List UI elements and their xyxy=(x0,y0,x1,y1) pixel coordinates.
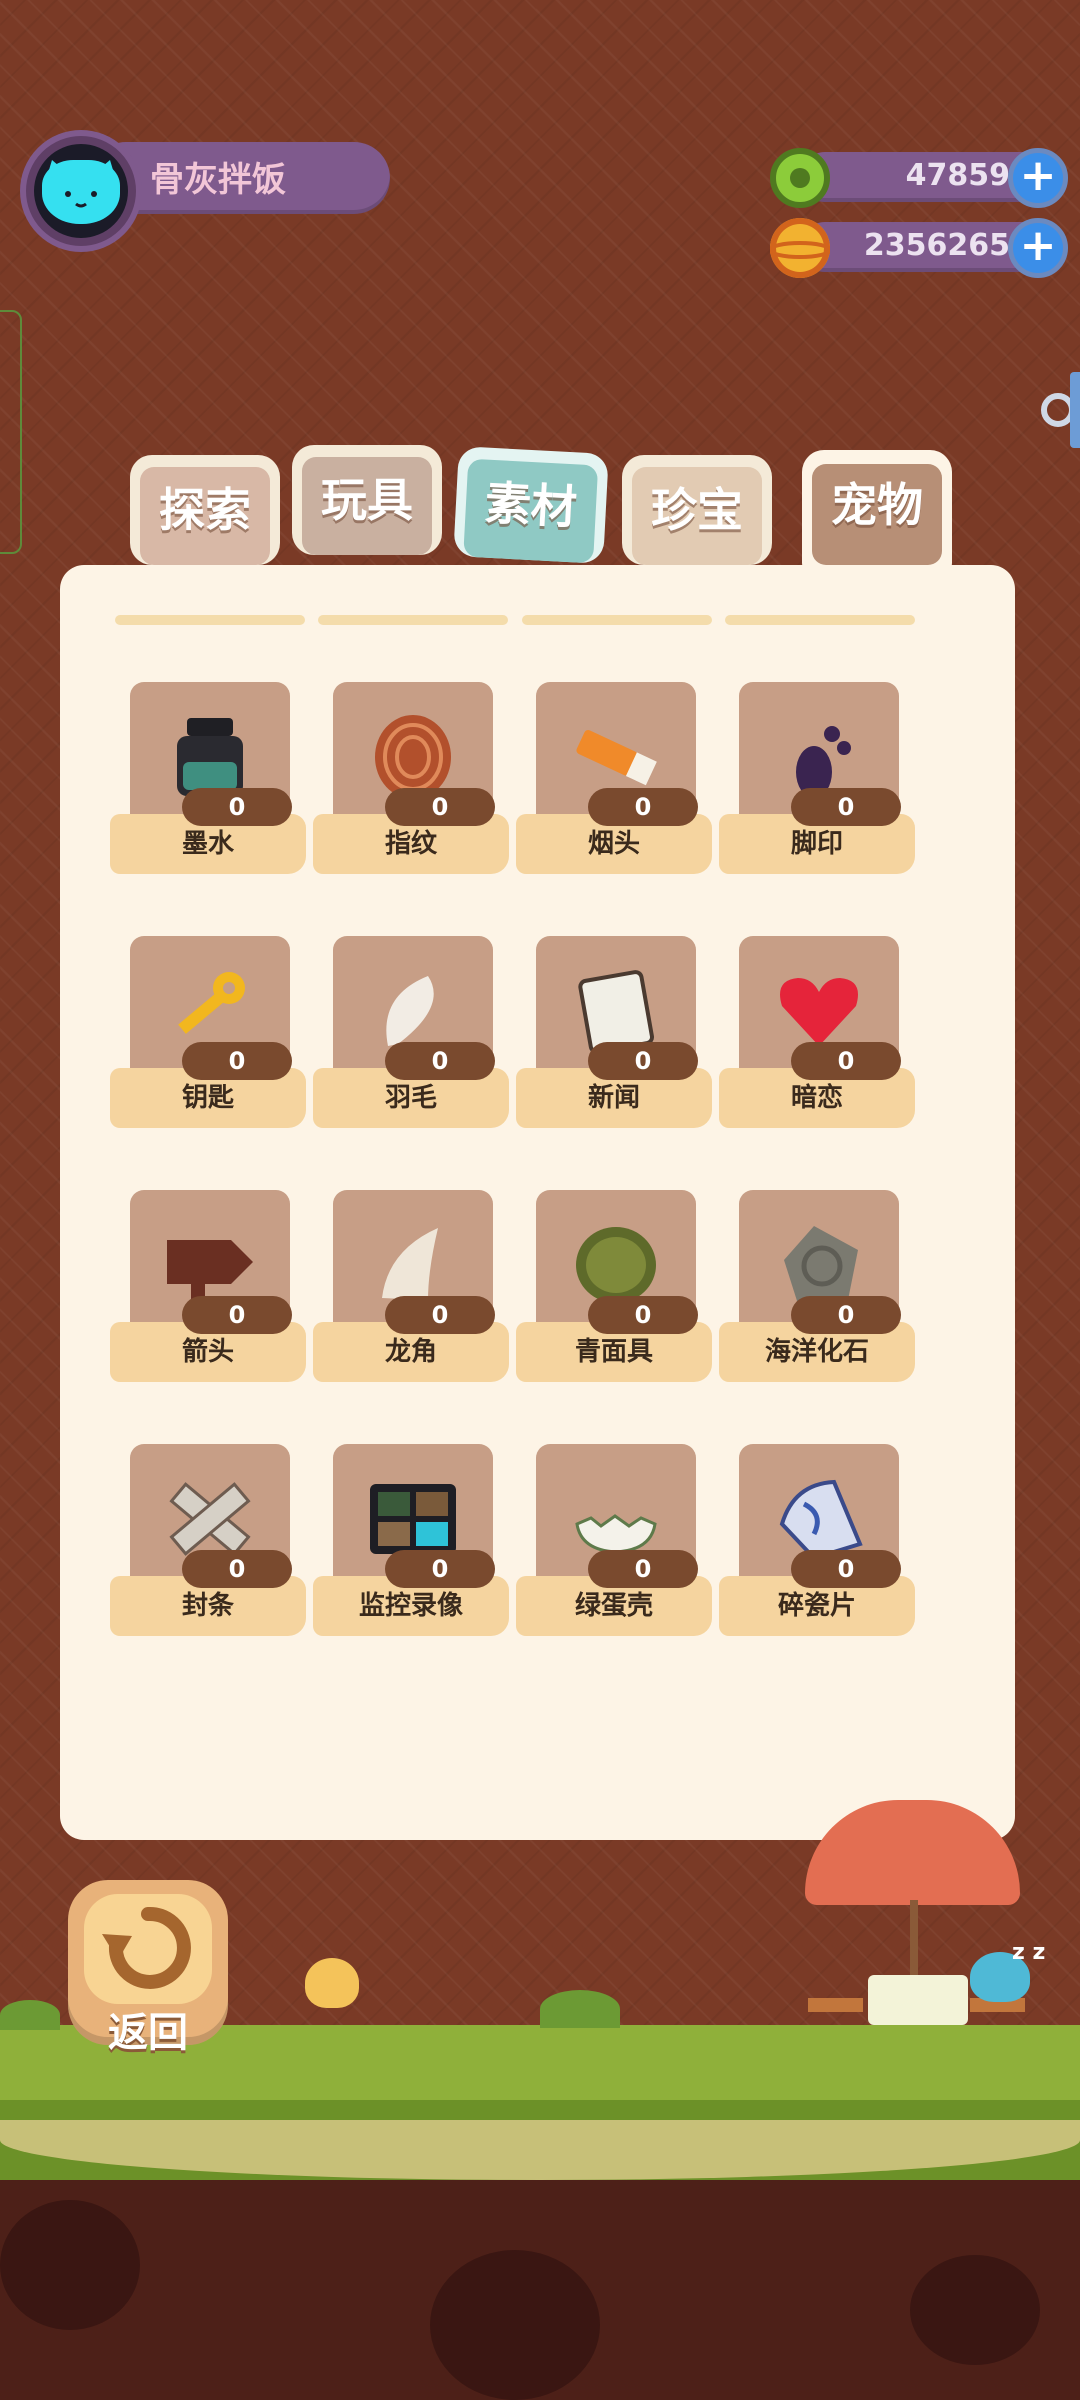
item-count: 0 xyxy=(385,788,495,826)
burrow-hole xyxy=(0,2200,140,2330)
return-label: 返回 xyxy=(108,2010,188,2056)
item-porcelain-shard[interactable]: 碎瓷片 0 xyxy=(719,1444,919,1654)
item-count: 0 xyxy=(791,1550,901,1588)
item-surveillance[interactable]: 监控录像 0 xyxy=(313,1444,513,1654)
item-green-eggshell[interactable]: 绿蛋壳 0 xyxy=(516,1444,716,1654)
item-count: 0 xyxy=(182,788,292,826)
scissors-icon[interactable] xyxy=(1040,370,1080,450)
item-feather[interactable]: 羽毛 0 xyxy=(313,936,513,1146)
shelf-edge xyxy=(725,615,915,625)
item-fingerprint[interactable]: 指纹 0 xyxy=(313,682,513,892)
add-donut-coin-button[interactable]: + xyxy=(1008,148,1068,208)
item-count: 0 xyxy=(791,1042,901,1080)
item-key[interactable]: 钥匙 0 xyxy=(110,936,310,1146)
item-seal[interactable]: 封条 0 xyxy=(110,1444,310,1654)
item-count: 0 xyxy=(588,1296,698,1334)
donut-coin-value: 47859 xyxy=(905,158,1010,193)
item-count: 0 xyxy=(385,1296,495,1334)
item-count: 0 xyxy=(182,1042,292,1080)
profile-name: 骨灰拌饭 xyxy=(150,160,286,200)
bush xyxy=(0,2000,60,2030)
return-button[interactable]: 返回 xyxy=(68,1880,228,2056)
item-count: 0 xyxy=(791,1296,901,1334)
tab-materials[interactable]: 素材 xyxy=(453,446,609,564)
item-ocean-fossil[interactable]: 海洋化石 0 xyxy=(719,1190,919,1400)
item-green-mask[interactable]: 青面具 0 xyxy=(516,1190,716,1400)
sleep-zzz-icon: z z xyxy=(1012,1940,1046,1965)
shelf-edge xyxy=(318,615,508,625)
item-footprint[interactable]: 脚印 0 xyxy=(719,682,919,892)
item-arrow[interactable]: 箭头 0 xyxy=(110,1190,310,1400)
planet-coin-value: 2356265 xyxy=(863,228,1010,263)
item-crush[interactable]: 暗恋 0 xyxy=(719,936,919,1146)
bench xyxy=(808,1998,863,2012)
cafe-table xyxy=(868,1975,968,2025)
item-ink[interactable]: 墨水 0 xyxy=(110,682,310,892)
side-drawer-handle[interactable] xyxy=(0,310,22,554)
item-news[interactable]: 新闻 0 xyxy=(516,936,716,1146)
return-arrow-icon xyxy=(102,1906,191,1989)
add-planet-coin-button[interactable]: + xyxy=(1008,218,1068,278)
item-count: 0 xyxy=(588,1042,698,1080)
item-count: 0 xyxy=(588,1550,698,1588)
burrow-hole xyxy=(910,2255,1040,2365)
shelf-edge xyxy=(115,615,305,625)
item-count: 0 xyxy=(182,1296,292,1334)
chick-pet[interactable] xyxy=(305,1958,359,2008)
bush xyxy=(540,1990,620,2028)
item-count: 0 xyxy=(182,1550,292,1588)
item-count: 0 xyxy=(385,1550,495,1588)
item-count: 0 xyxy=(588,788,698,826)
cat-avatar-icon xyxy=(42,160,120,224)
item-dragon-horn[interactable]: 龙角 0 xyxy=(313,1190,513,1400)
item-count: 0 xyxy=(385,1042,495,1080)
tab-treasures[interactable]: 珍宝 xyxy=(622,455,772,565)
shelf-edge xyxy=(522,615,712,625)
burrow-hole xyxy=(430,2250,600,2400)
item-count: 0 xyxy=(791,788,901,826)
tab-toys[interactable]: 玩具 xyxy=(292,445,442,555)
tab-explore[interactable]: 探索 xyxy=(130,455,280,565)
item-cigarette[interactable]: 烟头 0 xyxy=(516,682,716,892)
